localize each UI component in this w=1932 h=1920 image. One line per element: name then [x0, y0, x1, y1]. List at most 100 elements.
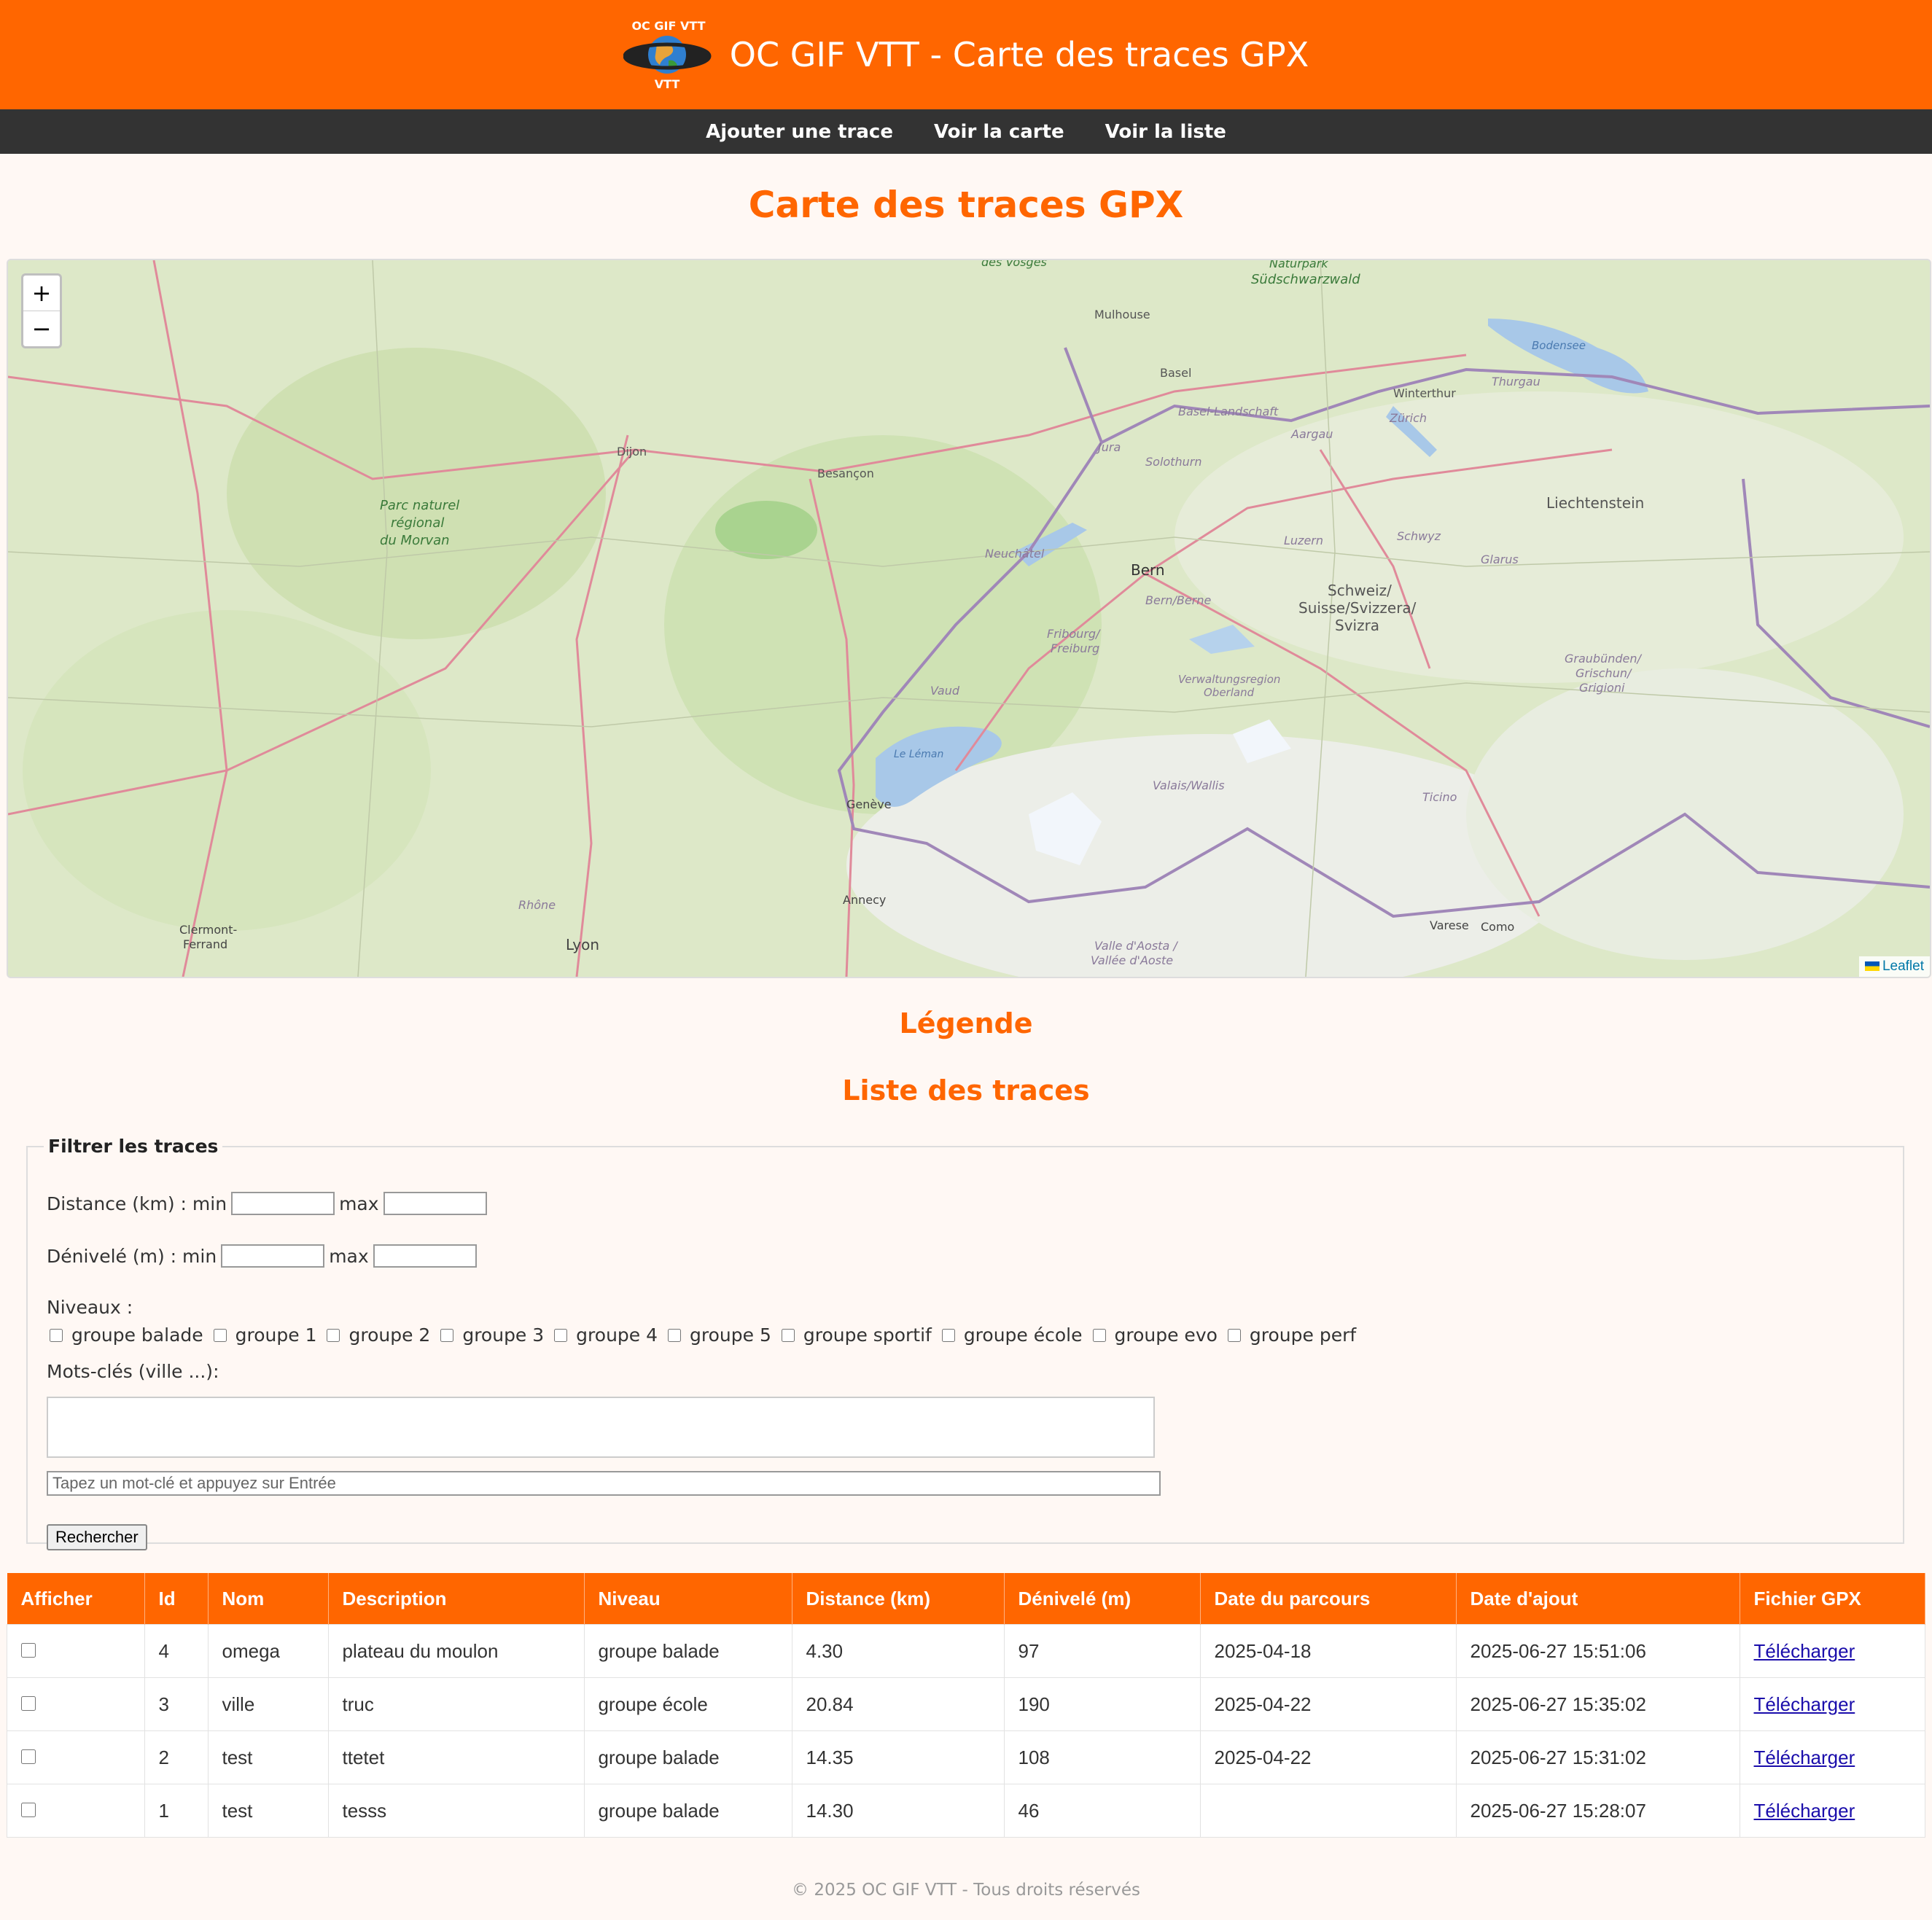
level-checkbox[interactable] — [213, 1328, 227, 1342]
cell-denivele: 108 — [1003, 1730, 1201, 1784]
level-option[interactable]: groupe école — [941, 1324, 1083, 1346]
svg-text:Naturpark: Naturpark — [1269, 260, 1328, 270]
cell-description: plateau du moulon — [327, 1624, 585, 1678]
svg-text:Graubünden/: Graubünden/ — [1565, 652, 1643, 666]
levels-label: Niveaux : — [47, 1297, 133, 1318]
col-niveau[interactable]: Niveau — [584, 1573, 792, 1625]
svg-text:Svizra: Svizra — [1335, 617, 1379, 634]
level-option[interactable]: groupe 5 — [668, 1324, 771, 1346]
cell-description: ttetet — [327, 1730, 585, 1784]
svg-text:Mulhouse: Mulhouse — [1094, 308, 1150, 321]
nav-view-map[interactable]: Voir la carte — [934, 121, 1064, 143]
distance-max-label: max — [339, 1193, 379, 1214]
col-nom[interactable]: Nom — [208, 1573, 329, 1625]
svg-text:Fribourg/: Fribourg/ — [1047, 627, 1101, 641]
cell-nom: omega — [207, 1624, 329, 1678]
col-description[interactable]: Description — [328, 1573, 585, 1625]
svg-text:Besançon: Besançon — [817, 467, 874, 480]
denivele-min-input[interactable] — [221, 1244, 325, 1268]
level-checkbox[interactable] — [440, 1328, 454, 1342]
level-option[interactable]: groupe evo — [1092, 1324, 1218, 1346]
svg-text:Basel-Landschaft: Basel-Landschaft — [1178, 405, 1279, 418]
cell-id: 4 — [144, 1624, 209, 1678]
level-checkbox[interactable] — [941, 1328, 955, 1342]
distance-label: Distance (km) : min — [47, 1193, 227, 1214]
keywords-tag-area[interactable] — [47, 1397, 1155, 1458]
download-link[interactable]: Télécharger — [1754, 1693, 1855, 1715]
download-link[interactable]: Télécharger — [1754, 1640, 1855, 1662]
col-id[interactable]: Id — [144, 1573, 209, 1625]
legend-heading: Légende — [899, 1007, 1033, 1039]
level-option[interactable]: groupe 3 — [440, 1324, 544, 1346]
level-option[interactable]: groupe 1 — [213, 1324, 316, 1346]
show-trace-checkbox[interactable] — [21, 1695, 36, 1711]
show-trace-checkbox[interactable] — [21, 1802, 36, 1817]
keyword-input[interactable] — [47, 1471, 1161, 1496]
col-distance[interactable]: Distance (km) — [792, 1573, 1005, 1625]
cell-date-parcours: 2025-04-22 — [1199, 1730, 1457, 1784]
cell-denivele: 190 — [1003, 1677, 1201, 1731]
cell-description: tesss — [327, 1784, 585, 1838]
svg-text:Ferrand: Ferrand — [183, 937, 227, 951]
show-trace-checkbox[interactable] — [21, 1749, 36, 1764]
cell-denivele: 46 — [1003, 1784, 1201, 1838]
leaflet-link[interactable]: Leaflet — [1882, 959, 1924, 974]
map-view[interactable]: Dijon Besançon Mulhouse Basel Basel-Land… — [7, 259, 1931, 978]
level-option[interactable]: groupe balade — [50, 1324, 203, 1346]
cell-nom: ville — [207, 1677, 329, 1731]
cell-date-ajout: 2025-06-27 15:51:06 — [1455, 1624, 1740, 1678]
level-option[interactable]: groupe sportif — [781, 1324, 932, 1346]
cell-date-ajout: 2025-06-27 15:35:02 — [1455, 1677, 1740, 1731]
svg-text:Varese: Varese — [1430, 918, 1469, 932]
level-checkbox[interactable] — [781, 1328, 795, 1342]
cell-id: 2 — [144, 1730, 209, 1784]
level-checkbox[interactable] — [327, 1328, 340, 1342]
zoom-in-button[interactable]: + — [23, 276, 60, 311]
map-attribution[interactable]: Leaflet — [1858, 956, 1930, 977]
cell-distance: 14.35 — [791, 1730, 1005, 1784]
svg-text:Grigioni: Grigioni — [1579, 681, 1625, 695]
cell-denivele: 97 — [1003, 1624, 1201, 1678]
nav-add-trace[interactable]: Ajouter une trace — [706, 121, 893, 143]
table-row: 4 omega plateau du moulon groupe balade … — [7, 1624, 1925, 1678]
svg-text:des Vosges: des Vosges — [981, 260, 1047, 269]
level-checkbox[interactable] — [50, 1328, 63, 1342]
levels-checkbox-group: groupe balade groupe 1 groupe 2 groupe 3… — [50, 1324, 1366, 1346]
level-checkbox[interactable] — [668, 1328, 682, 1342]
cell-description: truc — [327, 1677, 585, 1731]
level-option[interactable]: groupe 4 — [554, 1324, 658, 1346]
distance-max-input[interactable] — [383, 1192, 487, 1215]
svg-text:Liechtenstein: Liechtenstein — [1546, 494, 1644, 512]
svg-text:Bodensee: Bodensee — [1532, 339, 1586, 352]
svg-text:Genève: Genève — [846, 797, 892, 811]
col-date-ajout[interactable]: Date d'ajout — [1456, 1573, 1740, 1625]
zoom-out-button[interactable]: − — [23, 311, 60, 346]
level-checkbox[interactable] — [554, 1328, 568, 1342]
svg-text:Thurgau: Thurgau — [1492, 375, 1540, 389]
download-link[interactable]: Télécharger — [1754, 1747, 1855, 1768]
col-denivele[interactable]: Dénivelé (m) — [1004, 1573, 1201, 1625]
distance-min-input[interactable] — [231, 1192, 335, 1215]
svg-text:Südschwarzwald: Südschwarzwald — [1251, 272, 1360, 287]
download-link[interactable]: Télécharger — [1754, 1800, 1855, 1822]
svg-text:Valle d'Aosta /: Valle d'Aosta / — [1094, 939, 1178, 953]
show-trace-checkbox[interactable] — [21, 1642, 36, 1658]
level-option[interactable]: groupe perf — [1227, 1324, 1356, 1346]
nav-view-list[interactable]: Voir la liste — [1105, 121, 1226, 143]
level-checkbox[interactable] — [1092, 1328, 1106, 1342]
cell-niveau: groupe école — [583, 1677, 792, 1731]
cell-niveau: groupe balade — [583, 1624, 792, 1678]
svg-text:Glarus: Glarus — [1481, 553, 1519, 566]
traces-table: Afficher Id Nom Description Niveau Dista… — [7, 1573, 1925, 1838]
col-fichier-gpx[interactable]: Fichier GPX — [1740, 1573, 1925, 1625]
col-date-parcours[interactable]: Date du parcours — [1200, 1573, 1457, 1625]
svg-text:Freiburg: Freiburg — [1051, 641, 1099, 655]
svg-text:du Morvan: du Morvan — [380, 533, 450, 548]
zoom-control: + − — [21, 273, 62, 348]
level-checkbox[interactable] — [1227, 1328, 1241, 1342]
svg-text:Rhône: Rhône — [518, 898, 556, 912]
level-option[interactable]: groupe 2 — [327, 1324, 430, 1346]
col-afficher[interactable]: Afficher — [7, 1573, 145, 1625]
denivele-max-input[interactable] — [373, 1244, 477, 1268]
search-button[interactable]: Rechercher — [47, 1524, 147, 1550]
